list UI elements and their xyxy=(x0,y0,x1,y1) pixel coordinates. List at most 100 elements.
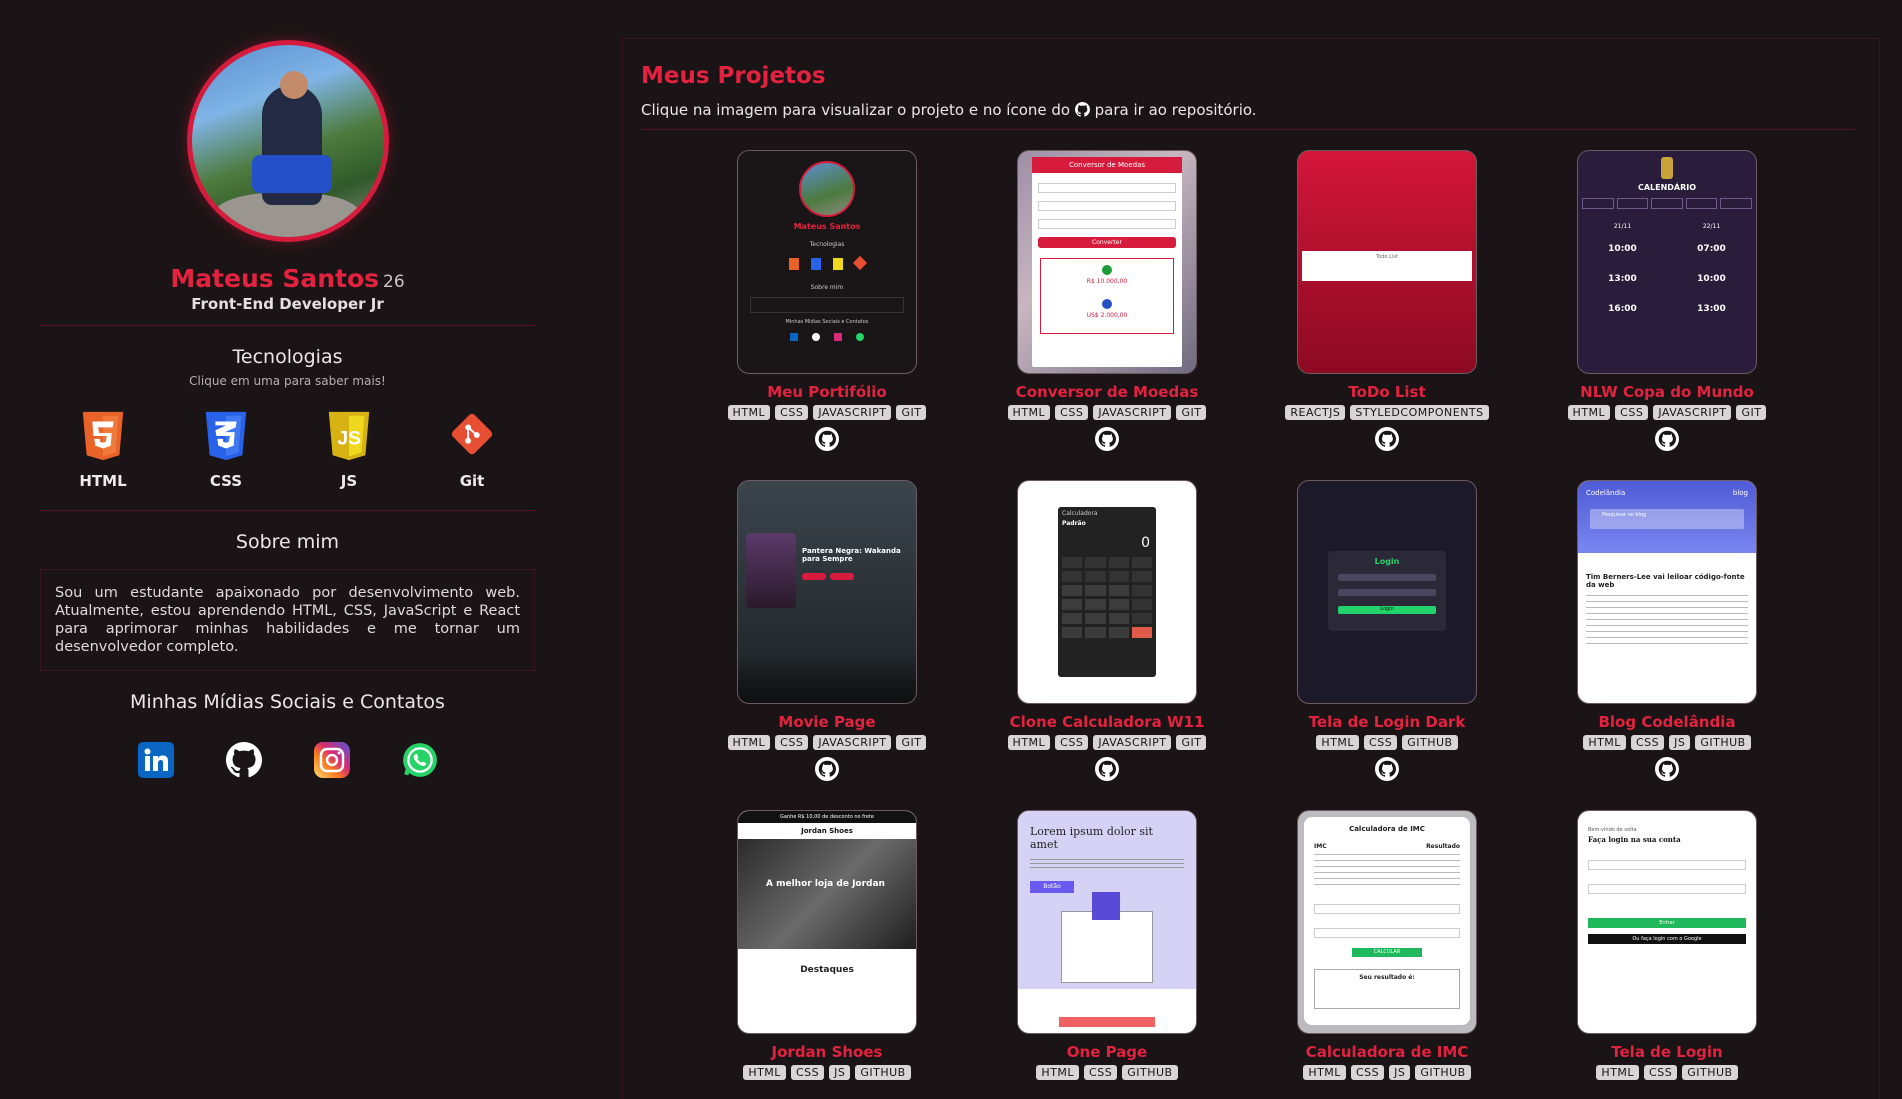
projects-subtitle: Clique na imagem para visualizar o proje… xyxy=(641,101,1257,119)
tag-list: HTML CSS JAVASCRIPT GIT xyxy=(987,735,1227,750)
linkedin-link[interactable] xyxy=(133,737,179,783)
tag-list: HTML CSS JAVASCRIPT GIT xyxy=(987,405,1227,420)
tag: CSS xyxy=(1364,735,1398,750)
project-thumbnail[interactable]: Ganhe R$ 10,00 de desconto no frete Jord… xyxy=(737,810,917,1034)
github-icon xyxy=(225,742,262,778)
tag: HTML xyxy=(1303,1065,1346,1080)
tech-js[interactable]: JS JS xyxy=(304,410,394,490)
project-card: CALENDÁRIO 21/11 22/11 10:00 07:00 13:00 10… xyxy=(1547,150,1787,455)
tag-list: HTML CSS JS GITHUB xyxy=(1267,1065,1507,1080)
tag: JAVASCRIPT xyxy=(813,405,892,420)
project-title: Calculadora de IMC xyxy=(1305,1043,1469,1061)
github-icon[interactable] xyxy=(1655,757,1679,781)
tag: JS xyxy=(1389,1065,1411,1080)
tag: JS xyxy=(1669,735,1691,750)
tag-list: HTML CSS GITHUB xyxy=(1267,735,1507,750)
github-icon[interactable] xyxy=(1095,757,1119,781)
whatsapp-link[interactable] xyxy=(397,737,443,783)
tag-list: HTML CSS JAVASCRIPT GIT xyxy=(707,735,947,750)
tag-list: HTML CSS JS GITHUB xyxy=(707,1065,947,1080)
tag-list: HTML CSS JAVASCRIPT GIT xyxy=(707,405,947,420)
tag: CSS xyxy=(1055,405,1089,420)
technologies-list: HTML CSS JS JS Git xyxy=(40,410,535,490)
project-card: Pantera Negra: Wakanda para Sempre Movie… xyxy=(707,480,947,785)
instagram-link[interactable] xyxy=(309,737,355,783)
linkedin-icon xyxy=(137,742,174,778)
github-icon[interactable] xyxy=(1655,427,1679,451)
project-thumbnail[interactable]: Mateus Santos Tecnologias Sobre mim Minh… xyxy=(737,150,917,374)
tech-html[interactable]: HTML xyxy=(58,410,148,490)
git-icon xyxy=(451,413,493,455)
project-thumbnail[interactable]: Codelândia blog Pesquisar no blog Tim Ber… xyxy=(1577,480,1757,704)
github-icon[interactable] xyxy=(1095,427,1119,451)
github-icon[interactable] xyxy=(815,757,839,781)
divider xyxy=(641,129,1855,130)
tag: GIT xyxy=(1176,735,1207,750)
tag: GIT xyxy=(896,735,927,750)
about-title: Sobre mim xyxy=(235,531,340,553)
tag: HTML xyxy=(1567,405,1611,420)
tag-list: REACTJS STYLEDCOMPONENTS xyxy=(1267,405,1507,420)
tag: HTML xyxy=(1583,735,1626,750)
tag: GITHUB xyxy=(1122,1065,1178,1080)
tag: HTML xyxy=(1036,1065,1080,1080)
github-icon[interactable] xyxy=(815,427,839,451)
project-thumbnail[interactable]: Todo List xyxy=(1297,150,1477,374)
profile-age: 26 xyxy=(383,272,405,292)
tag: CSS xyxy=(1630,735,1665,750)
social-title: Minhas Mídias Sociais e Contatos xyxy=(130,691,445,713)
project-thumbnail[interactable]: Lorem ipsum dolor sit amet Botão xyxy=(1017,810,1197,1034)
project-thumbnail[interactable]: Conversor de Moedas Converter R$ 10.000,… xyxy=(1017,150,1197,374)
project-thumbnail[interactable]: CALENDÁRIO 21/11 22/11 10:00 07:00 13:00 10… xyxy=(1577,150,1757,374)
project-card: Bem-vindo de volta Faça login na sua con… xyxy=(1547,810,1787,1080)
project-title: Meu Portifólio xyxy=(767,383,887,401)
tag: REACTJS xyxy=(1285,405,1346,420)
avatar xyxy=(186,40,389,242)
tag: HTML xyxy=(1316,735,1360,750)
project-card: Codelândia blog Pesquisar no blog Tim Ber… xyxy=(1547,480,1787,785)
tag: GITHUB xyxy=(1402,735,1458,750)
tag: CSS xyxy=(1084,1065,1118,1080)
about-text: Sou um estudante apaixonado por desenvol… xyxy=(40,569,535,671)
tag: HTML xyxy=(727,735,771,750)
project-title: NLW Copa do Mundo xyxy=(1580,383,1754,401)
html5-icon xyxy=(82,411,124,461)
js-icon: JS xyxy=(328,411,370,461)
project-card: Todo List ToDo List REACTJS STYLEDCOMPONE… xyxy=(1267,150,1507,455)
svg-text:JS: JS xyxy=(337,429,361,450)
tech-git[interactable]: Git xyxy=(427,410,517,490)
project-thumbnail[interactable]: Login Login xyxy=(1297,480,1477,704)
project-thumbnail[interactable]: Calculadora Padrão 0 xyxy=(1017,480,1197,704)
project-title: Tela de Login xyxy=(1611,1043,1723,1061)
github-link[interactable] xyxy=(221,737,267,783)
project-card: Calculadora Padrão 0 Clone Calculadora W… xyxy=(987,480,1227,785)
project-card: Login Login Tela de Login Dark HTML CSS GI… xyxy=(1267,480,1507,785)
tag: HTML xyxy=(727,405,771,420)
tech-css[interactable]: CSS xyxy=(181,410,271,490)
tech-label: CSS xyxy=(209,472,243,490)
technologies-subtitle: Clique em uma para saber mais! xyxy=(189,374,386,388)
whatsapp-icon xyxy=(402,743,437,777)
github-icon[interactable] xyxy=(1375,427,1399,451)
tag: GITHUB xyxy=(1695,735,1751,750)
tag: HTML xyxy=(743,1065,786,1080)
project-title: One Page xyxy=(1066,1043,1148,1061)
project-thumbnail[interactable]: Bem-vindo de volta Faça login na sua con… xyxy=(1577,810,1757,1034)
project-card: Lorem ipsum dolor sit amet Botão One Pag… xyxy=(987,810,1227,1080)
css3-icon xyxy=(205,411,247,461)
project-card: Ganhe R$ 10,00 de desconto no frete Jord… xyxy=(707,810,947,1080)
instagram-icon xyxy=(313,742,350,778)
project-thumbnail[interactable]: Calculadora de IMC IMC Resultado CALCULAR… xyxy=(1297,810,1477,1034)
project-title: Conversor de Moedas xyxy=(1015,383,1199,401)
social-list xyxy=(40,737,535,783)
project-title: ToDo List xyxy=(1348,383,1426,401)
github-icon[interactable] xyxy=(1375,757,1399,781)
tag: STYLEDCOMPONENTS xyxy=(1350,405,1489,420)
project-thumbnail[interactable]: Pantera Negra: Wakanda para Sempre xyxy=(737,480,917,704)
tag: HTML xyxy=(1596,1065,1640,1080)
projects-title: Meus Projetos xyxy=(641,63,826,89)
tag: HTML xyxy=(1007,405,1051,420)
profile-name-row: Mateus Santos 26 xyxy=(40,264,535,293)
project-title: Blog Codelândia xyxy=(1598,713,1736,731)
tag: GIT xyxy=(1176,405,1207,420)
